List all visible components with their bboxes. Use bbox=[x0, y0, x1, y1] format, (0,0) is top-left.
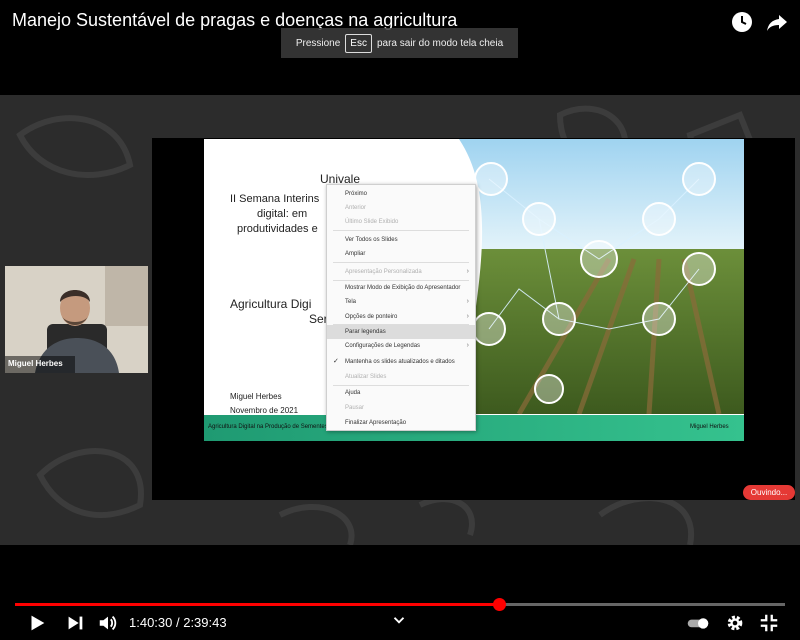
menu-item-keep-slides-updated[interactable]: ✓ Mantenha os slides atualizados e ditad… bbox=[327, 355, 475, 369]
menu-separator bbox=[333, 262, 469, 263]
chevron-down-icon[interactable] bbox=[390, 611, 408, 629]
slide-subtitle-line2: digital: em bbox=[257, 208, 308, 220]
exit-fullscreen-icon[interactable] bbox=[758, 612, 780, 634]
submenu-arrow-icon: › bbox=[466, 342, 469, 349]
progress-bar[interactable] bbox=[15, 598, 785, 611]
menu-item-update-slides[interactable]: Atualizar Slides bbox=[327, 370, 475, 384]
progress-scrubber-handle[interactable] bbox=[493, 598, 507, 611]
slide-photo bbox=[459, 139, 744, 414]
settings-gear-icon[interactable] bbox=[724, 612, 746, 634]
slide-footer-left: Agricultura Digital na Produção de Semen… bbox=[208, 424, 328, 430]
volume-icon[interactable] bbox=[97, 612, 119, 634]
menu-item-next[interactable]: Próximo bbox=[327, 187, 475, 201]
menu-item-pointer-options-label: Opções de ponteiro bbox=[345, 314, 398, 320]
slideshow-context-menu: Próximo Anterior Último Slide Exibido Ve… bbox=[326, 184, 476, 431]
menu-item-previous[interactable]: Anterior bbox=[327, 201, 475, 215]
menu-item-see-all[interactable]: Ver Todos os Slides bbox=[327, 233, 475, 247]
esc-toast-suffix: para sair do modo tela cheia bbox=[376, 37, 504, 49]
watch-later-icon[interactable] bbox=[730, 10, 754, 34]
menu-item-subtitle-settings[interactable]: Configurações de Legendas › bbox=[327, 339, 475, 353]
exit-fullscreen-toast: Pressione Esc para sair do modo tela che… bbox=[281, 28, 518, 58]
slide-subtitle-line1: II Semana Interins bbox=[230, 193, 320, 205]
esc-toast-prefix: Pressione bbox=[295, 37, 341, 49]
menu-item-pause[interactable]: Pausar bbox=[327, 401, 475, 415]
slide-date: Novembro de 2021 bbox=[230, 406, 299, 415]
menu-item-presenter-view[interactable]: Mostrar Modo de Exibição do Apresentador bbox=[327, 281, 475, 295]
checkmark-icon: ✓ bbox=[333, 358, 339, 365]
menu-item-custom-show[interactable]: Apresentação Personalizada › bbox=[327, 265, 475, 279]
menu-item-pointer-options[interactable]: Opções de ponteiro › bbox=[327, 310, 475, 324]
menu-item-custom-show-label: Apresentação Personalizada bbox=[345, 269, 422, 275]
listening-status-badge: Ouvindo... bbox=[743, 485, 795, 500]
play-icon[interactable] bbox=[26, 612, 48, 634]
next-icon[interactable] bbox=[64, 612, 86, 634]
esc-key-badge: Esc bbox=[345, 33, 372, 53]
menu-item-help[interactable]: Ajuda bbox=[327, 386, 475, 400]
submenu-arrow-icon: › bbox=[466, 298, 469, 305]
field-photo-illustration bbox=[459, 139, 744, 414]
submenu-arrow-icon: › bbox=[466, 268, 469, 275]
menu-item-subtitle-settings-label: Configurações de Legendas bbox=[345, 343, 421, 349]
slide-footer-right: Miguel Herbes bbox=[690, 424, 729, 430]
menu-item-screen[interactable]: Tela › bbox=[327, 295, 475, 309]
time-display: 1:40:30 / 2:39:43 bbox=[129, 615, 227, 630]
menu-item-keep-slides-updated-label: Mantenha os slides atualizados e ditados bbox=[345, 359, 455, 365]
submenu-arrow-icon: › bbox=[466, 313, 469, 320]
slide-title-line1: Agricultura Digi bbox=[230, 297, 312, 311]
slide-subtitle-line3: produtividades e bbox=[237, 223, 318, 235]
share-icon[interactable] bbox=[765, 10, 789, 34]
autoplay-toggle-icon[interactable] bbox=[686, 612, 710, 634]
menu-item-last-viewed[interactable]: Último Slide Exibido bbox=[327, 215, 475, 229]
menu-item-end-show[interactable]: Finalizar Apresentação bbox=[327, 416, 475, 430]
slide-title-line2: Ser bbox=[309, 312, 328, 326]
slide-author: Miguel Herbes bbox=[230, 392, 282, 401]
menu-item-screen-label: Tela bbox=[345, 299, 357, 305]
participant-name: Miguel Herbes bbox=[8, 359, 63, 368]
menu-item-zoom[interactable]: Ampliar bbox=[327, 247, 475, 261]
progress-played bbox=[15, 603, 500, 606]
participant-video[interactable]: Miguel Herbes bbox=[5, 266, 148, 373]
menu-item-stop-subtitles[interactable]: Parar legendas bbox=[327, 325, 475, 339]
menu-separator bbox=[333, 230, 469, 231]
